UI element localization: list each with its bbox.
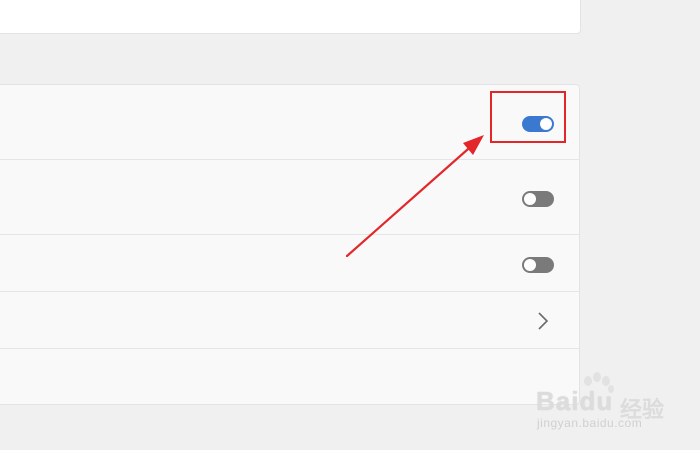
watermark-brand-suffix: du xyxy=(579,386,614,416)
watermark-brand-text: Bai xyxy=(536,386,580,416)
baidu-jingyan-watermark: Baidu 经验 jingyan.baidu.com xyxy=(536,372,696,436)
watermark-brand: Baidu xyxy=(536,386,613,417)
watermark-url: jingyan.baidu.com xyxy=(537,416,643,430)
